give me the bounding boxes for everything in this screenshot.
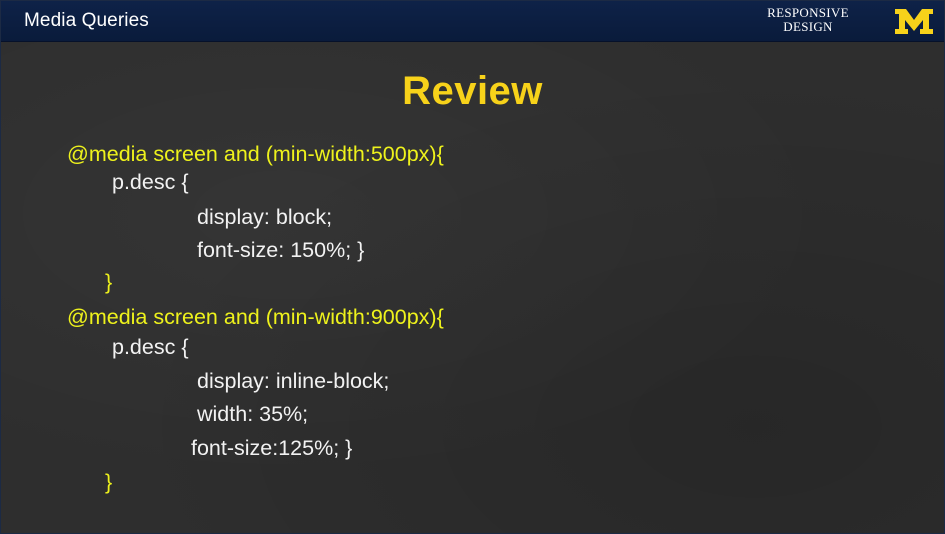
code-line-5: }: [105, 270, 113, 294]
code-line-3: display: block;: [197, 205, 333, 229]
code-line-9: width: 35%;: [197, 402, 309, 426]
code-line-6: @media screen and (min-width:900px){: [67, 305, 444, 329]
code-line-2: p.desc {: [112, 170, 189, 194]
code-line-8: display: inline-block;: [197, 369, 390, 393]
block-m-logo-icon: [895, 9, 933, 34]
slide-title: Review: [402, 69, 543, 113]
brand-text: RESPONSIVE DESIGN: [756, 6, 860, 34]
header-title: Media Queries: [24, 10, 149, 31]
slide: Media Queries RESPONSIVE DESIGN Review @…: [0, 0, 945, 534]
header-bar: Media Queries RESPONSIVE DESIGN: [1, 1, 944, 42]
code-line-10: font-size:125%; }: [191, 436, 353, 460]
brand-line-1: RESPONSIVE: [767, 5, 849, 20]
brand-line-2: DESIGN: [783, 19, 833, 34]
code-line-1: @media screen and (min-width:500px){: [67, 142, 444, 166]
code-line-7: p.desc {: [112, 335, 189, 359]
code-line-11: }: [105, 470, 113, 494]
code-line-4: font-size: 150%; }: [197, 238, 365, 262]
